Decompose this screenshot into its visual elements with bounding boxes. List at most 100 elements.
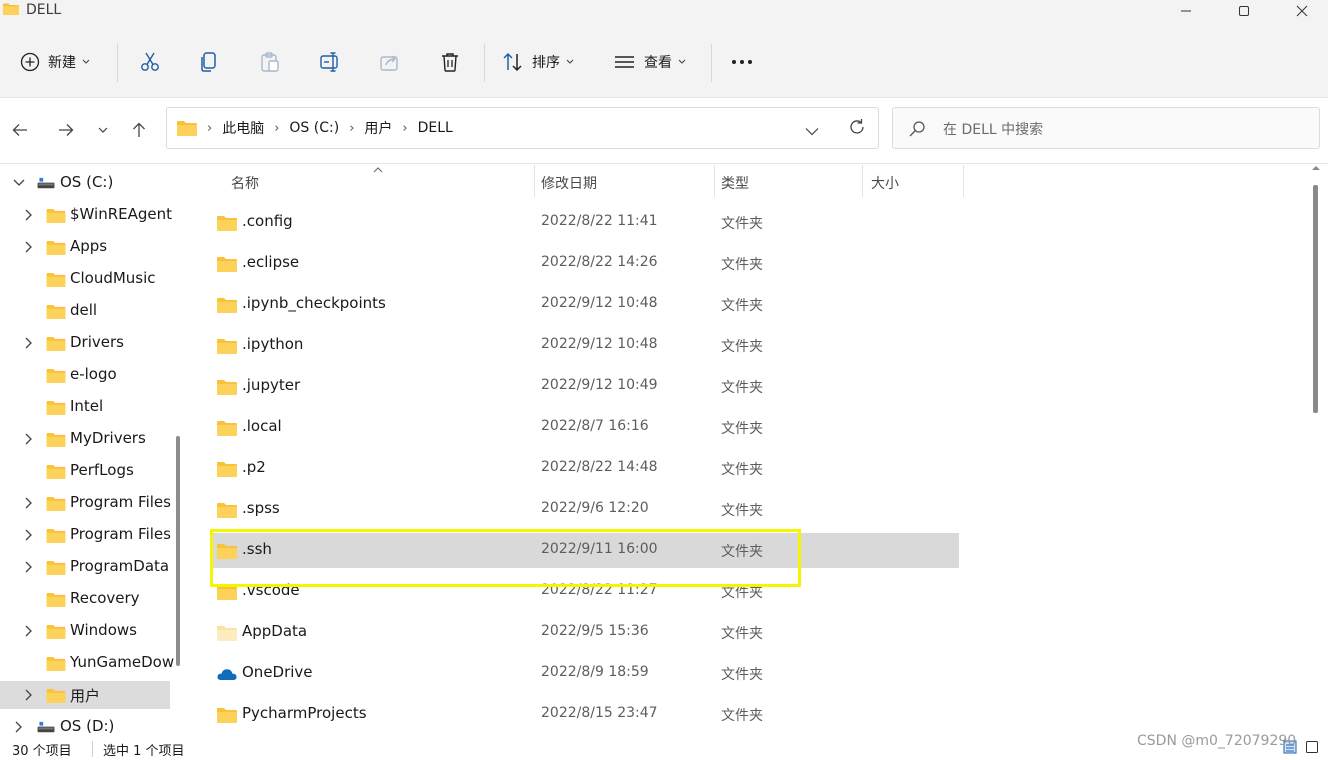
column-label: 类型 [721,176,749,192]
sidebar-item[interactable]: Program Files [0,489,171,517]
column-divider[interactable] [862,165,863,197]
scroll-up-icon[interactable] [1311,165,1321,171]
modified-date: 2022/9/6 12:20 [541,500,649,516]
sidebar-item-label: Recovery [70,589,140,607]
chevron-right-icon[interactable] [22,336,36,350]
sidebar-item[interactable]: OS (C:) [0,169,170,197]
table-row[interactable]: .local 2022/8/7 16:16 文件夹 [212,410,959,445]
chevron-right-icon[interactable] [22,496,36,510]
sidebar-item-label: dell [70,301,98,319]
table-row[interactable]: .ipython 2022/9/12 10:48 文件夹 [212,328,959,363]
sidebar-item[interactable]: Recovery [0,585,170,613]
chevron-right-icon[interactable] [22,624,36,638]
column-header-size[interactable]: 大小 [871,165,899,197]
forward-button[interactable] [52,116,80,144]
chevron-right-icon[interactable] [22,240,36,254]
table-row[interactable]: .config 2022/8/22 11:41 文件夹 [212,205,959,240]
new-button[interactable]: 新建 [20,42,90,82]
sidebar-item[interactable]: Apps [0,233,170,261]
column-divider[interactable] [714,165,715,197]
file-list: 名称 修改日期 类型 大小 .config 2022/8/22 11:41 文件夹.… [190,165,1328,735]
modified-date: 2022/8/22 14:26 [541,254,658,270]
breadcrumb-dell[interactable]: DELL [418,120,453,136]
folder-icon [217,380,237,395]
table-row[interactable]: .ipynb_checkpoints 2022/9/12 10:48 文件夹 [212,287,959,322]
file-name: .p2 [242,458,266,476]
sidebar-item[interactable]: Intel [0,393,170,421]
chevron-right-icon[interactable] [22,208,36,222]
sidebar-item[interactable]: YunGameDow [0,649,174,677]
folder-icon [46,400,66,415]
breadcrumb-this-pc[interactable]: 此电脑 [222,118,264,138]
table-row[interactable]: .p2 2022/8/22 14:48 文件夹 [212,451,959,486]
table-row[interactable]: OneDrive 2022/8/9 18:59 文件夹 [212,656,959,691]
up-button[interactable] [125,116,153,144]
share-icon [380,55,398,71]
plus-circle-icon [20,52,40,72]
rename-icon [320,52,338,72]
sidebar-item[interactable]: CloudMusic [0,265,170,293]
copy-button[interactable] [199,42,221,82]
drive-icon [37,721,55,733]
sidebar-item[interactable]: $WinREAgent [0,201,172,229]
chevron-right-icon[interactable] [22,432,36,446]
rename-button[interactable] [319,42,341,82]
refresh-button[interactable] [848,118,866,140]
folder-icon [46,592,66,607]
cut-button[interactable] [139,42,161,82]
file-name: .eclipse [242,253,300,271]
column-header-date[interactable]: 修改日期 [541,165,597,197]
address-bar[interactable]: › 此电脑 › OS (C:) › 用户 › DELL [166,107,879,149]
chevron-down-icon[interactable] [12,176,26,190]
view-button[interactable]: 查看 [614,42,686,82]
column-divider[interactable] [534,165,535,197]
sidebar-item[interactable]: PerfLogs [0,457,170,485]
sidebar-item-label: YunGameDow [70,653,175,671]
sort-ascending-icon [373,167,383,173]
table-row[interactable]: .jupyter 2022/9/12 10:49 文件夹 [212,369,959,404]
folder-icon [46,272,66,287]
sidebar-item[interactable]: MyDrivers [0,425,170,453]
address-history-button[interactable] [805,121,819,140]
maximize-button[interactable] [1215,0,1273,22]
sidebar-item[interactable]: Windows [0,617,170,645]
table-row[interactable]: .spss 2022/9/6 12:20 文件夹 [212,492,959,527]
chevron-right-icon[interactable] [22,528,36,542]
sidebar-item[interactable]: ProgramData [0,553,170,581]
selection-count: 选中 1 个项目 [103,744,185,759]
table-row[interactable]: PycharmProjects 2022/8/15 23:47 文件夹 [212,697,959,732]
refresh-icon [850,119,864,134]
status-bar: 30 个项目 选中 1 个项目 [0,735,1328,760]
search-input[interactable]: 在 DELL 中搜索 [892,107,1320,149]
sidebar-scrollbar-thumb[interactable] [176,436,180,666]
sidebar-item[interactable]: OS (D:) [0,713,170,735]
close-button[interactable] [1273,0,1328,22]
table-row[interactable]: AppData 2022/9/5 15:36 文件夹 [212,615,959,650]
sidebar-item-label: ProgramData [70,557,170,575]
sidebar-item[interactable]: Program Files [0,521,171,549]
chevron-right-icon[interactable] [22,688,36,702]
sidebar-item[interactable]: 用户 [0,681,170,709]
tiles-view-icon[interactable] [1305,740,1319,754]
minimize-button[interactable] [1157,0,1215,22]
column-header-type[interactable]: 类型 [721,165,749,197]
scrollbar-thumb[interactable] [1313,185,1318,413]
column-header-name[interactable]: 名称 [231,165,259,197]
chevron-right-icon[interactable] [22,560,36,574]
table-row[interactable]: .eclipse 2022/8/22 14:26 文件夹 [212,246,959,281]
sort-button[interactable]: 排序 [502,42,574,82]
breadcrumb-users[interactable]: 用户 [364,118,392,138]
recent-locations-button[interactable] [89,116,117,144]
back-button[interactable] [6,116,34,144]
sidebar-item[interactable]: Drivers [0,329,170,357]
sidebar-item[interactable]: dell [0,297,170,325]
cloud-icon [217,669,237,680]
breadcrumb-os-c[interactable]: OS (C:) [289,120,339,136]
column-divider[interactable] [963,165,964,197]
sidebar-item-label: MyDrivers [70,429,146,447]
sidebar-item[interactable]: e-logo [0,361,170,389]
delete-button[interactable] [439,42,461,82]
chevron-right-icon[interactable] [12,720,26,734]
file-name: .config [242,212,293,230]
more-button[interactable] [731,42,753,82]
